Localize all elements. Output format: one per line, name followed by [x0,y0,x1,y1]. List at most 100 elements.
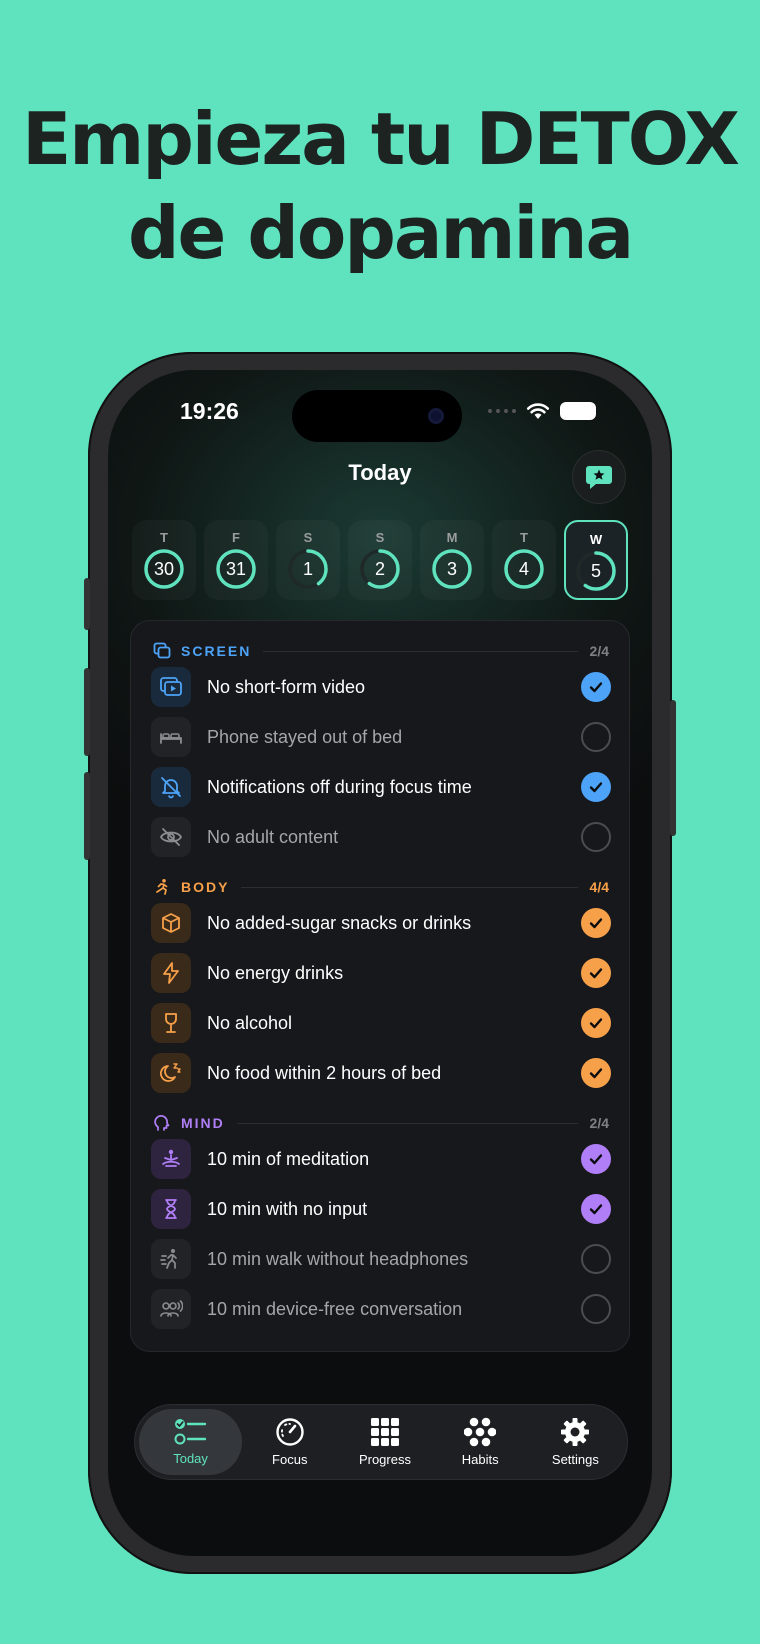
tab-today[interactable]: Today [139,1409,243,1475]
day-letter: F [232,530,240,545]
gear-icon [561,1418,590,1446]
tab-label: Settings [551,1452,599,1467]
week-strip: T 30 F 31 S 1 S 2 M 3 T 4 W 5 [132,520,628,600]
tab-progress[interactable]: Progress [337,1409,432,1475]
empty-circle-icon[interactable] [581,1294,611,1324]
day-0[interactable]: T 30 [132,520,196,600]
section-header-screen: SCREEN 2/4 [153,641,609,661]
section-label: BODY [181,879,230,895]
signal-icon [488,409,516,413]
checkmark-icon[interactable] [581,1144,611,1174]
day-4[interactable]: M3 [420,520,484,600]
bell-off-icon [151,767,191,807]
habit-row[interactable]: 10 min device-free conversation [151,1289,611,1329]
habit-label: Phone stayed out of bed [207,726,403,747]
day-progress-ring: 2 [359,548,401,590]
tab-bar: Today Focus Progress Habits Settings [134,1404,628,1480]
empty-circle-icon[interactable] [581,822,611,852]
wifi-icon [526,403,550,419]
screens-icon [153,642,171,660]
habit-row[interactable]: No alcohol [151,1003,611,1043]
day-3[interactable]: S2 [348,520,412,600]
habit-label: 10 min of meditation [207,1148,370,1169]
day-letter: T [160,530,168,545]
meditation-icon [151,1139,191,1179]
day-progress-ring: 3 [431,548,473,590]
section-header-mind: MIND 2/4 [153,1113,609,1133]
battery-icon [560,402,596,420]
habit-label: 10 min device-free conversation [207,1298,463,1319]
day-progress-ring: 30 [143,548,185,590]
checklist-icon [174,1419,206,1445]
tab-label: Focus [272,1452,308,1467]
section-label: SCREEN [181,643,252,659]
day-letter: S [375,530,385,545]
grid-icon [370,1418,399,1446]
checkmark-icon[interactable] [581,672,611,702]
empty-circle-icon[interactable] [581,722,611,752]
status-icons [488,402,596,420]
page-title: Today [348,460,412,485]
habit-row[interactable]: Notifications off during focus time [151,767,611,807]
feedback-button[interactable] [572,450,626,504]
running-icon [153,878,171,896]
volume-down-button [84,772,90,860]
habit-row[interactable]: No adult content [151,817,611,857]
habit-row[interactable]: Phone stayed out of bed [151,717,611,757]
tab-label: Progress [358,1452,411,1467]
section-count: 2/4 [589,643,609,659]
bed-icon [151,717,191,757]
video-icon [151,667,191,707]
people-talking-icon [151,1289,191,1329]
checkmark-icon[interactable] [581,1058,611,1088]
tab-settings[interactable]: Settings [528,1409,623,1475]
phone-screen: 19:26 Today T 30 F 31 S 1 S 2 M 3 T 4 W 5 [108,370,652,1556]
checkmark-icon[interactable] [581,1194,611,1224]
habit-label: Notifications off during focus time [207,776,472,797]
volume-up-button [84,668,90,756]
habit-row[interactable]: No added-sugar snacks or drinks [151,903,611,943]
day-2[interactable]: S1 [276,520,340,600]
divider [236,1122,578,1124]
day-letter: T [520,530,528,545]
day-6[interactable]: W5 [564,520,628,600]
dynamic-island [292,390,462,442]
habit-row[interactable]: 10 min walk without headphones [151,1239,611,1279]
day-1[interactable]: F 31 [204,520,268,600]
day-number: 2 [374,559,385,579]
day-letter: W [589,532,603,547]
day-letter: S [303,530,313,545]
headline-line-2: de dopamina [127,191,634,275]
walking-icon [151,1239,191,1279]
flower-icon [464,1417,497,1447]
empty-circle-icon[interactable] [581,1244,611,1274]
day-letter: M [446,530,458,545]
divider [241,886,578,888]
gauge-icon [276,1418,304,1446]
habit-row[interactable]: No short-form video [151,667,611,707]
habit-row[interactable]: 10 min with no input [151,1189,611,1229]
checkmark-icon[interactable] [581,908,611,938]
tab-label: Today [173,1451,208,1466]
checkmark-icon[interactable] [581,1008,611,1038]
headline-line-1: Empieza tu DETOX [22,97,740,181]
day-5[interactable]: T4 [492,520,556,600]
hourglass-icon [151,1189,191,1229]
day-number: 3 [446,559,457,579]
day-progress-ring: 4 [503,548,545,590]
eye-off-icon [151,817,191,857]
tab-focus[interactable]: Focus [242,1409,337,1475]
habit-row[interactable]: No food within 2 hours of bed [151,1053,611,1093]
phone-frame: 19:26 Today T 30 F 31 S 1 S 2 M 3 T 4 W 5 [84,352,676,1574]
day-progress-ring: 31 [215,548,257,590]
chat-star-icon [586,466,612,489]
tab-habits[interactable]: Habits [433,1409,528,1475]
checkmark-icon[interactable] [581,958,611,988]
day-number: 5 [590,561,601,581]
day-progress-ring: 1 [287,548,329,590]
habit-row[interactable]: 10 min of meditation [151,1139,611,1179]
checkmark-icon[interactable] [581,772,611,802]
habit-row[interactable]: No energy drinks [151,953,611,993]
bolt-icon [151,953,191,993]
section-header-body: BODY 4/4 [153,877,609,897]
